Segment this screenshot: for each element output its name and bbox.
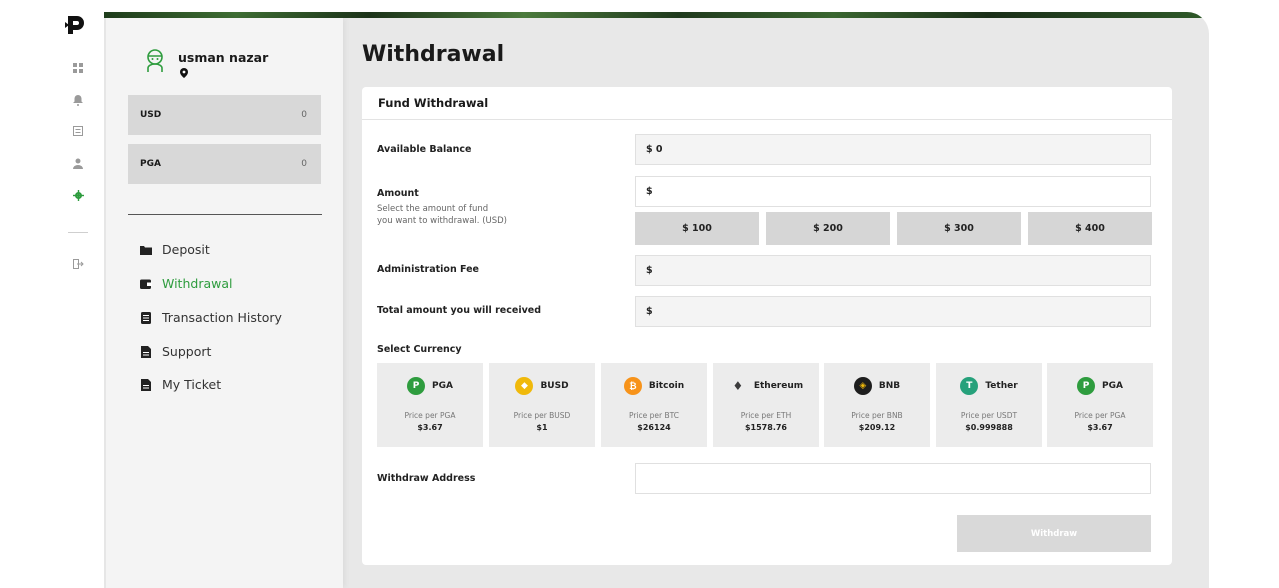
pga-icon: P	[407, 377, 426, 395]
menu-item-withdrawal[interactable]: Withdrawal	[140, 276, 232, 291]
address-input[interactable]	[635, 463, 1151, 494]
user-name: usman nazar	[178, 50, 269, 65]
currency-name: BNB	[878, 381, 901, 391]
balance-pga: PGA 0	[128, 144, 321, 184]
balance-usd: USD 0	[128, 95, 321, 135]
currency-header: ♦ Ethereum	[713, 377, 819, 395]
user-icon[interactable]	[71, 156, 85, 170]
fee-field: $	[635, 255, 1151, 286]
busd-icon: ◆	[515, 377, 534, 395]
menu-item-my-ticket[interactable]: My Ticket	[140, 377, 221, 392]
location-pin-icon	[180, 68, 188, 81]
currency-card-pga-2[interactable]: P PGA Price per PGA $3.67	[1047, 363, 1153, 447]
available-balance-field: $ 0	[635, 134, 1151, 165]
price-value: $1	[536, 423, 548, 432]
currency-card-pga[interactable]: P PGA Price per PGA $3.67	[377, 363, 483, 447]
menu-item-label: My Ticket	[162, 377, 222, 392]
price-label: Price per USDT	[960, 411, 1018, 420]
price-value: $1578.76	[744, 423, 787, 432]
currency-name: PGA	[432, 381, 453, 391]
panel-divider	[128, 214, 322, 215]
grid-icon[interactable]	[71, 61, 85, 75]
currency-name: BUSD	[540, 381, 569, 391]
bell-icon[interactable]	[71, 93, 85, 107]
menu-item-label: Support	[162, 344, 212, 359]
amount-help-line-1: Select the amount of fund	[377, 204, 489, 214]
price-value: $0.999888	[965, 423, 1013, 432]
amount-input[interactable]: $	[635, 176, 1151, 207]
file-icon	[141, 345, 151, 358]
menu-item-label: Transaction History	[162, 310, 282, 325]
currency-name: Ethereum	[753, 381, 804, 391]
amount-label: Amount	[377, 188, 419, 199]
main-frame: usman nazar USD 0 PGA 0 Deposit Withdraw…	[104, 12, 1209, 588]
menu-item-label: Deposit	[162, 242, 210, 257]
pga-icon: P	[1077, 377, 1096, 395]
currency-name: Bitcoin	[648, 381, 685, 391]
amount-100-button[interactable]: $ 100	[635, 212, 759, 245]
amount-400-button[interactable]: $ 400	[1028, 212, 1152, 245]
currency-header: ₿ Bitcoin	[601, 377, 707, 395]
logo-icon[interactable]	[62, 12, 88, 38]
fee-label: Administration Fee	[377, 264, 480, 275]
avatar[interactable]	[144, 48, 166, 72]
price-label: Price per PGA	[404, 411, 456, 420]
card-title: Fund Withdrawal	[362, 87, 1172, 120]
tether-icon: T	[960, 377, 979, 395]
available-balance-label: Available Balance	[377, 144, 472, 155]
currency-card-busd[interactable]: ◆ BUSD Price per BUSD $1	[489, 363, 595, 447]
currency-header: T Tether	[936, 377, 1042, 395]
total-field: $	[635, 296, 1151, 327]
currency-header: P PGA	[1047, 377, 1153, 395]
bnb-icon: ◈	[853, 377, 872, 395]
currency-card-bitcoin[interactable]: ₿ Bitcoin Price per BTC $26124	[601, 363, 707, 447]
price-label: Price per PGA	[1074, 411, 1126, 420]
total-label: Total amount you will received	[377, 305, 542, 316]
folder-icon	[140, 245, 152, 255]
profile-panel: usman nazar USD 0 PGA 0 Deposit Withdraw…	[106, 18, 343, 588]
file-icon	[141, 378, 151, 391]
rail-divider	[68, 232, 88, 233]
icon-rail	[0, 0, 104, 588]
address-label: Withdraw Address	[377, 473, 476, 484]
amount-200-button[interactable]: $ 200	[766, 212, 890, 245]
wallet-icon	[140, 279, 152, 289]
price-label: Price per BUSD	[513, 411, 571, 420]
price-value: $3.67	[1087, 423, 1113, 432]
withdraw-button[interactable]: Withdraw	[957, 515, 1151, 552]
page-title: Withdrawal	[362, 42, 505, 67]
price-label: Price per BTC	[628, 411, 680, 420]
currency-name: PGA	[1102, 381, 1123, 391]
currency-label: Select Currency	[377, 344, 462, 355]
amount-300-button[interactable]: $ 300	[897, 212, 1021, 245]
balance-currency: PGA	[140, 159, 161, 169]
price-value: $209.12	[858, 423, 896, 432]
gear-icon[interactable]	[71, 188, 85, 202]
price-value: $26124	[637, 423, 671, 432]
price-label: Price per BNB	[851, 411, 903, 420]
list-icon[interactable]	[71, 124, 85, 138]
balance-currency: USD	[140, 110, 162, 120]
balance-value: 0	[301, 110, 307, 120]
menu-item-label: Withdrawal	[162, 276, 233, 291]
currency-header: ◈ BNB	[824, 377, 930, 395]
menu-item-support[interactable]: Support	[140, 344, 211, 359]
currency-card-tether[interactable]: T Tether Price per USDT $0.999888	[936, 363, 1042, 447]
currency-card-ethereum[interactable]: ♦ Ethereum Price per ETH $1578.76	[713, 363, 819, 447]
currency-card-bnb[interactable]: ◈ BNB Price per BNB $209.12	[824, 363, 930, 447]
price-value: $3.67	[417, 423, 443, 432]
currency-header: P PGA	[377, 377, 483, 395]
menu-item-deposit[interactable]: Deposit	[140, 242, 210, 257]
price-label: Price per ETH	[740, 411, 792, 420]
menu-item-transaction-history[interactable]: Transaction History	[140, 310, 282, 325]
logout-icon[interactable]	[71, 257, 85, 271]
amount-help-line-2: you want to withdrawal. (USD)	[377, 216, 507, 226]
withdrawal-card: Fund Withdrawal Available Balance $ 0 Am…	[362, 87, 1172, 565]
balance-value: 0	[301, 159, 307, 169]
document-icon	[141, 311, 151, 324]
ethereum-icon: ♦	[732, 379, 744, 393]
currency-name: Tether	[985, 381, 1018, 391]
currency-header: ◆ BUSD	[489, 377, 595, 395]
bitcoin-icon: ₿	[623, 377, 642, 395]
